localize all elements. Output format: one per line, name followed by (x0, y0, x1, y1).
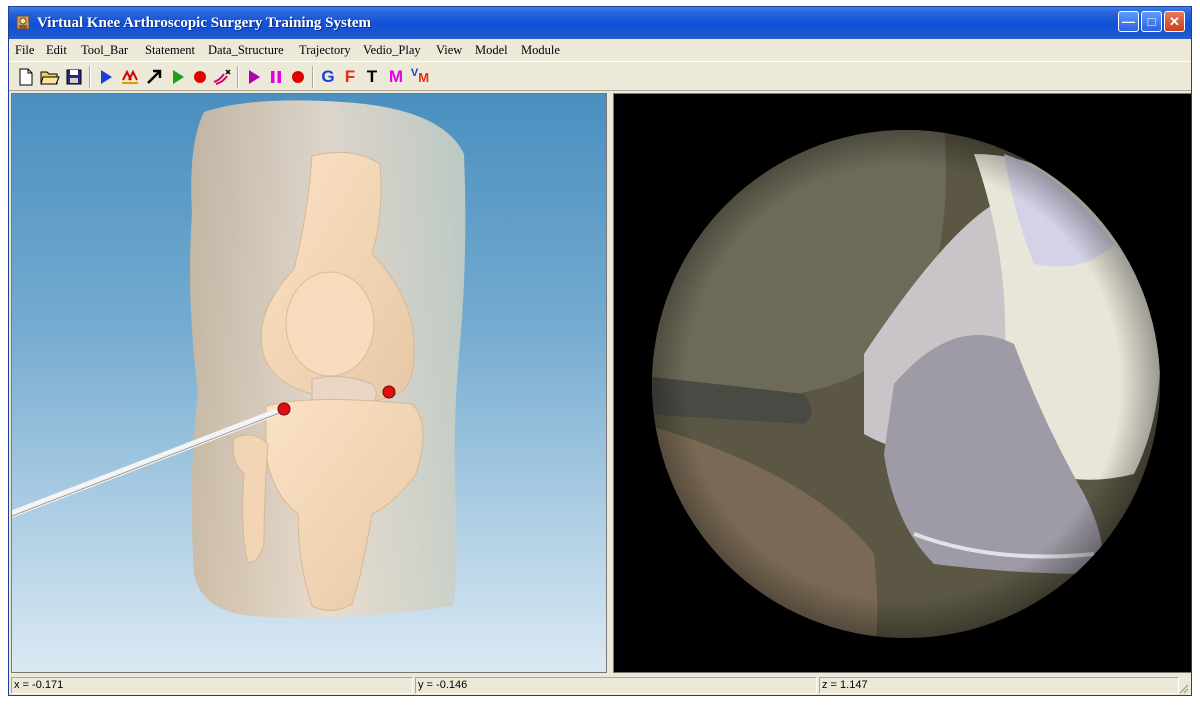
status-bar: x = -0.171 y = -0.146 z = 1.147 (9, 675, 1191, 695)
play-icon (101, 70, 112, 84)
menu-tool-bar[interactable]: Tool_Bar (81, 43, 128, 58)
g-icon: G (321, 67, 335, 86)
menu-vedio-play[interactable]: Vedio_Play (363, 43, 421, 58)
m-icon: M (388, 67, 404, 86)
f-button[interactable]: F (339, 66, 361, 88)
scope-field (652, 130, 1160, 638)
scope-vignette (652, 130, 1160, 638)
save-disk-icon (66, 69, 82, 85)
open-button[interactable] (39, 66, 61, 88)
new-file-button[interactable] (15, 66, 37, 88)
minimize-button[interactable]: — (1118, 11, 1139, 32)
open-folder-icon (40, 71, 60, 85)
record-button[interactable] (189, 66, 211, 88)
toolbar-separator (89, 66, 91, 88)
record-stop-button[interactable] (287, 66, 309, 88)
cut-button[interactable] (211, 66, 233, 88)
save-button[interactable] (63, 66, 85, 88)
play-green-icon (173, 70, 184, 84)
minimize-icon: — (1122, 14, 1135, 29)
trajectory-icon (122, 69, 138, 84)
patella-bone (285, 271, 375, 377)
toolbar-separator (237, 66, 239, 88)
arrow-button[interactable] (143, 66, 165, 88)
status-x: x = -0.171 (11, 677, 413, 694)
maximize-icon: □ (1147, 14, 1156, 29)
resize-grip-icon[interactable] (1177, 682, 1189, 694)
record-stop-icon (292, 71, 304, 83)
record-icon (194, 71, 206, 83)
knee-model-scene (12, 100, 466, 618)
vm-button[interactable]: VM (409, 66, 431, 88)
vm-icon: VM (411, 67, 429, 84)
f-icon: F (344, 67, 356, 86)
knee-model-viewport[interactable] (11, 93, 607, 673)
close-button[interactable]: ✕ (1164, 11, 1185, 32)
close-icon: ✕ (1169, 14, 1180, 29)
pause-icon (271, 71, 281, 83)
menu-data-structure[interactable]: Data_Structure (208, 43, 284, 58)
title-bar[interactable]: Virtual Knee Arthroscopic Surgery Traini… (9, 7, 1191, 39)
menu-edit[interactable]: Edit (46, 43, 67, 58)
arthroscope-scene (652, 130, 1160, 638)
menu-file[interactable]: File (15, 43, 34, 58)
toolbar-separator (312, 66, 314, 88)
cut-icon (213, 69, 231, 85)
app-window: Virtual Knee Arthroscopic Surgery Traini… (8, 6, 1192, 696)
t-button[interactable]: T (361, 66, 383, 88)
menu-view[interactable]: View (436, 43, 462, 58)
window-title: Virtual Knee Arthroscopic Surgery Traini… (37, 15, 372, 31)
status-z: z = 1.147 (819, 677, 1179, 694)
menu-bar: File Edit Tool_Bar Statement Data_Struct… (9, 40, 1191, 60)
play-purple-button[interactable] (243, 66, 265, 88)
status-y: y = -0.146 (415, 677, 817, 694)
arrow-icon (147, 69, 162, 84)
menu-trajectory[interactable]: Trajectory (299, 43, 351, 58)
g-button[interactable]: G (317, 66, 339, 88)
menu-model[interactable]: Model (475, 43, 508, 58)
toolbar: G F T M VM (9, 61, 1191, 91)
trajectory-button[interactable] (119, 66, 141, 88)
play-green-button[interactable] (167, 66, 189, 88)
menu-module[interactable]: Module (521, 43, 560, 58)
m-button[interactable]: M (385, 66, 407, 88)
t-icon: T (366, 67, 378, 86)
app-icon (16, 15, 30, 30)
play-button[interactable] (95, 66, 117, 88)
vm-m-letter: M (418, 70, 430, 85)
probe-tip-marker[interactable] (277, 402, 291, 416)
portal-marker[interactable] (382, 385, 396, 399)
menu-statement[interactable]: Statement (145, 43, 195, 58)
arthroscope-viewport[interactable] (613, 93, 1191, 673)
new-file-icon (19, 68, 33, 86)
maximize-button[interactable]: □ (1141, 11, 1162, 32)
pause-button[interactable] (265, 66, 287, 88)
play-purple-icon (249, 70, 260, 84)
